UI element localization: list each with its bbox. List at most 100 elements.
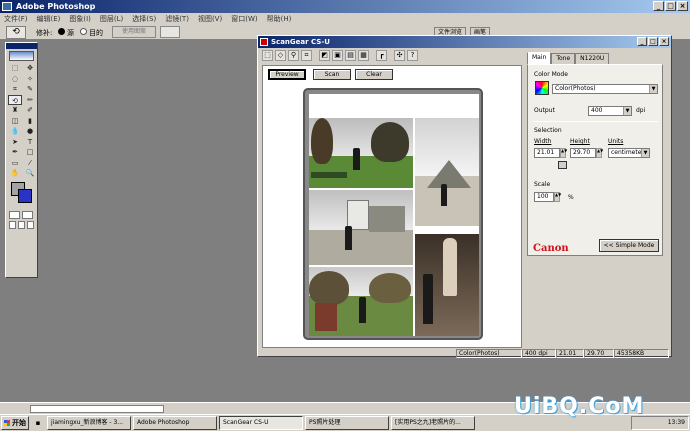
clock: 13:39: [667, 419, 685, 426]
patch-tool-preset-icon[interactable]: ⟲: [6, 26, 26, 39]
crop-tool-icon[interactable]: ⌗: [8, 84, 22, 95]
help-icon[interactable]: ?: [407, 50, 418, 61]
destination-radio[interactable]: [80, 28, 87, 35]
destination-label: 目的: [89, 29, 103, 37]
simple-mode-button[interactable]: << Simple Mode: [599, 239, 659, 252]
scangear-minimize-button[interactable]: _: [637, 37, 647, 46]
gradient-tool-icon[interactable]: ▮: [23, 116, 37, 127]
menu-select[interactable]: 选择(S): [132, 13, 156, 25]
settings-icon[interactable]: ┏: [376, 50, 387, 61]
tab-n1220u[interactable]: N1220U: [575, 53, 610, 64]
multi-crop-icon[interactable]: ◩: [319, 50, 330, 61]
aspect-lock-icon[interactable]: [558, 161, 567, 169]
preview-area[interactable]: Preview Scan Clear: [262, 65, 522, 348]
dodge-tool-icon[interactable]: ●: [23, 126, 37, 137]
start-button[interactable]: 开始: [1, 416, 29, 430]
minimize-button[interactable]: _: [653, 1, 664, 11]
tab-main[interactable]: Main: [527, 52, 552, 64]
scale-input[interactable]: 100: [534, 192, 554, 202]
source-label: 源: [67, 29, 74, 37]
brush-tool-icon[interactable]: ✏: [23, 95, 37, 106]
magic-wand-tool-icon[interactable]: ✧: [23, 74, 37, 85]
output-resolution-select[interactable]: 400 ▼: [588, 106, 632, 116]
scanned-photo[interactable]: [309, 190, 413, 265]
show-desktop-icon[interactable]: ▪: [31, 417, 45, 429]
thumbnail-icon[interactable]: ▤: [345, 50, 356, 61]
type-tool-icon[interactable]: T: [23, 137, 37, 148]
scanned-photo[interactable]: [309, 267, 413, 336]
scangear-maximize-button[interactable]: □: [648, 37, 658, 46]
tools-palette-titlebar[interactable]: [6, 43, 37, 49]
marquee-icon[interactable]: ⬚: [262, 50, 273, 61]
task-ps-photo-folder[interactable]: PS照片处理: [305, 416, 389, 430]
menu-window[interactable]: 窗口(W): [231, 13, 257, 25]
task-blog-browser[interactable]: jiamingxu_新浪博客 - 3...: [47, 416, 131, 430]
source-radio[interactable]: [58, 28, 65, 35]
marquee-tool-icon[interactable]: ⬚: [8, 63, 22, 74]
blur-tool-icon[interactable]: 💧: [8, 126, 22, 137]
close-button[interactable]: ×: [677, 1, 688, 11]
lasso-tool-icon[interactable]: ◌: [8, 74, 22, 85]
notes-tool-icon[interactable]: ▭: [8, 158, 22, 169]
scanned-photo[interactable]: [309, 118, 413, 188]
scanned-photo[interactable]: [415, 234, 479, 336]
move-tool-icon[interactable]: ✥: [23, 63, 37, 74]
task-old-photo-doc[interactable]: [实用PS之九]老照片的...: [391, 416, 475, 430]
tab-tone[interactable]: Tone: [551, 53, 576, 64]
pattern-picker[interactable]: [160, 26, 180, 38]
status-scrollbar[interactable]: [30, 405, 164, 413]
scangear-titlebar[interactable]: ScanGear CS-U _ □ ×: [258, 36, 671, 48]
crop-icon[interactable]: ⌗: [301, 50, 312, 61]
divider: [534, 121, 658, 122]
zoom-icon[interactable]: ⚲: [288, 50, 299, 61]
shape-tool-icon[interactable]: □: [23, 147, 37, 158]
patch-tool-icon[interactable]: ⟲: [8, 94, 22, 105]
quick-mask-mode-icon[interactable]: [22, 210, 33, 219]
path-selection-tool-icon[interactable]: ➤: [8, 137, 22, 148]
zoom-tool-icon[interactable]: 🔍: [23, 168, 37, 179]
menu-layer[interactable]: 图层(L): [100, 13, 123, 25]
menu-edit[interactable]: 编辑(E): [37, 13, 61, 25]
menu-filter[interactable]: 滤镜(T): [165, 13, 189, 25]
scan-button[interactable]: Scan: [313, 69, 351, 80]
eraser-tool-icon[interactable]: ◫: [8, 116, 22, 127]
preview-mode-icon[interactable]: ▣: [332, 50, 343, 61]
screen-mode-full-menu-icon[interactable]: [18, 220, 25, 229]
stamp-tool-icon[interactable]: ♜: [8, 105, 22, 116]
width-input[interactable]: 21.01: [534, 148, 560, 158]
height-input[interactable]: 29.70: [570, 148, 596, 158]
task-scangear[interactable]: ScanGear CS-U: [219, 416, 303, 430]
scangear-close-button[interactable]: ×: [659, 37, 669, 46]
screen-mode-standard-icon[interactable]: [9, 220, 16, 229]
scanned-photo[interactable]: [415, 118, 479, 226]
clear-button[interactable]: Clear: [355, 69, 393, 80]
scale-spinner[interactable]: ▲▼: [554, 192, 561, 202]
quick-mask-controls: [9, 210, 34, 219]
preview-button[interactable]: Preview: [268, 69, 306, 80]
units-select[interactable]: centimeter ▼: [608, 148, 650, 158]
width-spinner[interactable]: ▲▼: [560, 148, 567, 158]
height-spinner[interactable]: ▲▼: [596, 148, 603, 158]
hand-tool-icon[interactable]: ✋: [8, 168, 22, 179]
screen-mode-full-icon[interactable]: [27, 220, 34, 229]
maximize-button[interactable]: □: [665, 1, 676, 11]
standard-mode-icon[interactable]: [9, 210, 20, 219]
history-brush-tool-icon[interactable]: ✐: [23, 105, 37, 116]
task-photoshop[interactable]: Adobe Photoshop: [133, 416, 217, 430]
menu-image[interactable]: 图象(I): [69, 13, 91, 25]
menu-help[interactable]: 帮助(H): [267, 13, 292, 25]
color-mode-select[interactable]: Color(Photos) ▼: [552, 84, 658, 94]
info-icon[interactable]: ✣: [394, 50, 405, 61]
chevron-down-icon: ▼: [641, 149, 649, 157]
scanned-page-preview[interactable]: [303, 88, 483, 340]
use-pattern-button[interactable]: 使用图案: [112, 26, 156, 38]
menu-view[interactable]: 视图(V): [198, 13, 222, 25]
photoshop-logo[interactable]: [9, 51, 34, 61]
select-all-icon[interactable]: ▦: [358, 50, 369, 61]
background-color-swatch[interactable]: [18, 188, 32, 203]
auto-crop-icon[interactable]: ◇: [275, 50, 286, 61]
slice-tool-icon[interactable]: ✎: [23, 84, 37, 95]
eyedropper-tool-icon[interactable]: ⁄: [23, 158, 37, 169]
pen-tool-icon[interactable]: ✒: [8, 147, 22, 158]
menu-file[interactable]: 文件(F): [4, 13, 28, 25]
